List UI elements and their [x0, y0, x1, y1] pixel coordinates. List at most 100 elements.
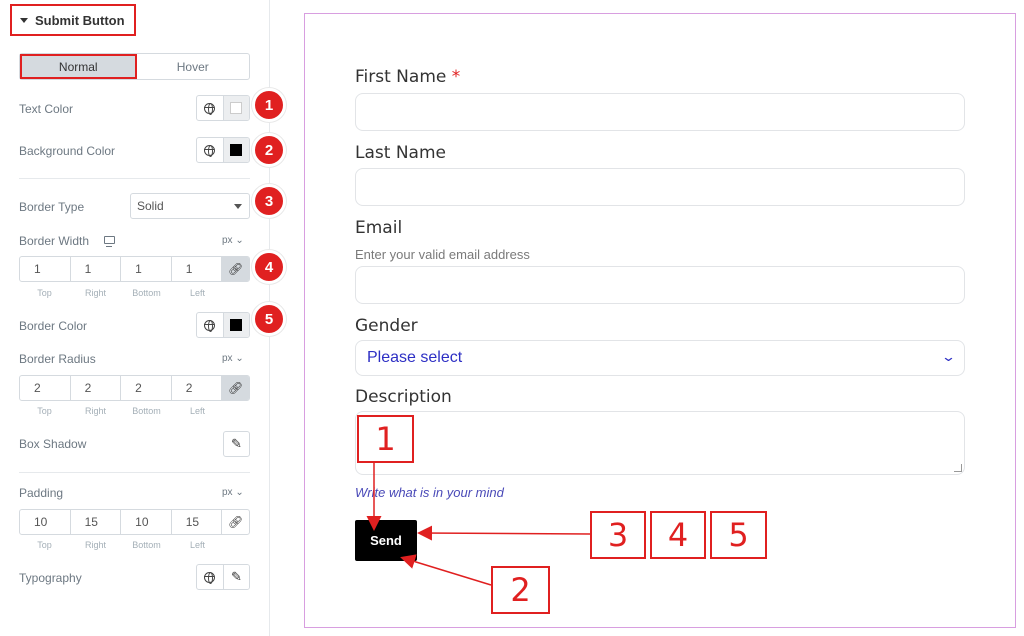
globe-icon: [204, 319, 216, 332]
typography-edit-button[interactable]: ✎: [222, 565, 249, 589]
link-values-button[interactable]: 🔗︎: [222, 257, 249, 281]
pencil-icon: ✎: [231, 436, 242, 451]
description-help-text: Write what is in your mind: [355, 485, 504, 500]
border-color-control: [196, 312, 250, 338]
border-radius-inputs: 2 2 2 2 🔗︎: [19, 375, 250, 401]
callout-4: 4: [650, 511, 706, 559]
dim-label-bottom: Bottom: [132, 540, 161, 550]
border-radius-top[interactable]: 2: [20, 376, 71, 400]
text-color-picker[interactable]: [222, 96, 249, 120]
text-color-control: [196, 95, 250, 121]
link-icon: 🔗︎: [228, 515, 244, 529]
global-fonts-button[interactable]: [197, 565, 223, 589]
email-label: Email: [355, 218, 403, 238]
padding-left[interactable]: 15: [172, 510, 223, 534]
color-swatch: [230, 102, 243, 114]
typography-control: ✎: [196, 564, 250, 590]
divider: [19, 178, 250, 179]
border-width-bottom[interactable]: 1: [121, 257, 172, 281]
section-header-submit-button[interactable]: Submit Button: [10, 4, 136, 36]
dim-label-top: Top: [37, 288, 52, 298]
gender-select[interactable]: Please select ⌄: [355, 340, 965, 376]
tab-hover[interactable]: Hover: [137, 54, 250, 79]
step-badge-4: 4: [252, 250, 286, 284]
border-width-inputs: 1 1 1 1 🔗︎: [19, 256, 250, 282]
dropdown-arrow-icon: [234, 204, 242, 209]
dim-label-top: Top: [37, 540, 52, 550]
dim-label-left: Left: [189, 540, 205, 550]
dim-label-bottom: Bottom: [132, 288, 161, 298]
border-width-left[interactable]: 1: [172, 257, 223, 281]
send-button[interactable]: Send: [355, 520, 417, 561]
padding-right[interactable]: 15: [71, 510, 122, 534]
border-width-top[interactable]: 1: [20, 257, 71, 281]
border-radius-right[interactable]: 2: [71, 376, 122, 400]
padding-bottom[interactable]: 10: [121, 510, 172, 534]
email-field[interactable]: [355, 266, 965, 304]
background-color-picker[interactable]: [222, 138, 249, 162]
last-name-field[interactable]: [355, 168, 965, 206]
globe-icon: [204, 571, 216, 584]
link-values-button[interactable]: 🔗︎: [222, 376, 249, 400]
border-radius-label: Border Radius: [19, 352, 96, 366]
email-help-text: Enter your valid email address: [355, 247, 530, 262]
padding-inputs: 10 15 10 15 🔗︎: [19, 509, 250, 535]
globe-icon: [204, 144, 216, 157]
border-radius-left[interactable]: 2: [172, 376, 223, 400]
state-tabs: Normal Hover: [19, 53, 250, 80]
description-label: Description: [355, 387, 452, 407]
chevron-down-icon: ⌄: [940, 349, 957, 364]
global-colors-button[interactable]: [197, 313, 223, 337]
box-shadow-edit-button[interactable]: ✎: [223, 431, 250, 457]
border-type-label: Border Type: [19, 200, 85, 214]
border-width-unit[interactable]: px ⌄: [222, 235, 244, 246]
dim-label-left: Left: [189, 288, 205, 298]
step-badge-1: 1: [252, 88, 286, 122]
dim-label-right: Right: [84, 540, 106, 550]
dim-label-right: Right: [84, 406, 106, 416]
globe-icon: [204, 102, 216, 115]
background-color-control: [196, 137, 250, 163]
link-values-button[interactable]: 🔗︎: [222, 510, 249, 534]
callout-3: 3: [590, 511, 646, 559]
last-name-label: Last Name: [355, 143, 446, 163]
dim-label-left: Left: [189, 406, 205, 416]
padding-unit[interactable]: px ⌄: [222, 487, 244, 498]
background-color-label: Background Color: [19, 144, 116, 158]
callout-2: 2: [491, 566, 550, 614]
first-name-field[interactable]: [355, 93, 965, 131]
border-width-right[interactable]: 1: [71, 257, 122, 281]
callout-1: 1: [357, 415, 414, 463]
resize-handle-icon[interactable]: [954, 464, 962, 472]
border-type-select[interactable]: Solid: [130, 193, 250, 219]
box-shadow-label: Box Shadow: [19, 437, 87, 451]
caret-down-icon: [20, 17, 28, 23]
step-badge-2: 2: [252, 133, 286, 167]
callout-5: 5: [710, 511, 767, 559]
border-radius-unit[interactable]: px ⌄: [222, 353, 244, 364]
description-textarea[interactable]: [355, 411, 965, 475]
border-color-picker[interactable]: [222, 313, 249, 337]
dim-label-bottom: Bottom: [132, 406, 161, 416]
global-colors-button[interactable]: [197, 96, 223, 120]
border-type-value: Solid: [137, 199, 164, 213]
color-swatch: [230, 144, 243, 156]
tab-normal[interactable]: Normal: [20, 54, 137, 79]
pencil-icon: ✎: [231, 569, 242, 584]
border-radius-bottom[interactable]: 2: [121, 376, 172, 400]
padding-top[interactable]: 10: [20, 510, 71, 534]
section-title: Submit Button: [35, 12, 125, 28]
first-name-label: First Name *: [355, 67, 461, 87]
step-badge-5: 5: [252, 302, 286, 336]
border-width-label: Border Width: [19, 234, 90, 248]
step-badge-3: 3: [252, 184, 286, 218]
global-colors-button[interactable]: [197, 138, 223, 162]
desktop-icon[interactable]: [104, 236, 115, 247]
border-color-label: Border Color: [19, 319, 88, 333]
dim-label-right: Right: [84, 288, 106, 298]
text-color-label: Text Color: [19, 102, 74, 116]
dim-label-top: Top: [37, 406, 52, 416]
divider: [19, 472, 250, 473]
link-icon: 🔗︎: [228, 381, 244, 395]
gender-label: Gender: [355, 316, 418, 336]
